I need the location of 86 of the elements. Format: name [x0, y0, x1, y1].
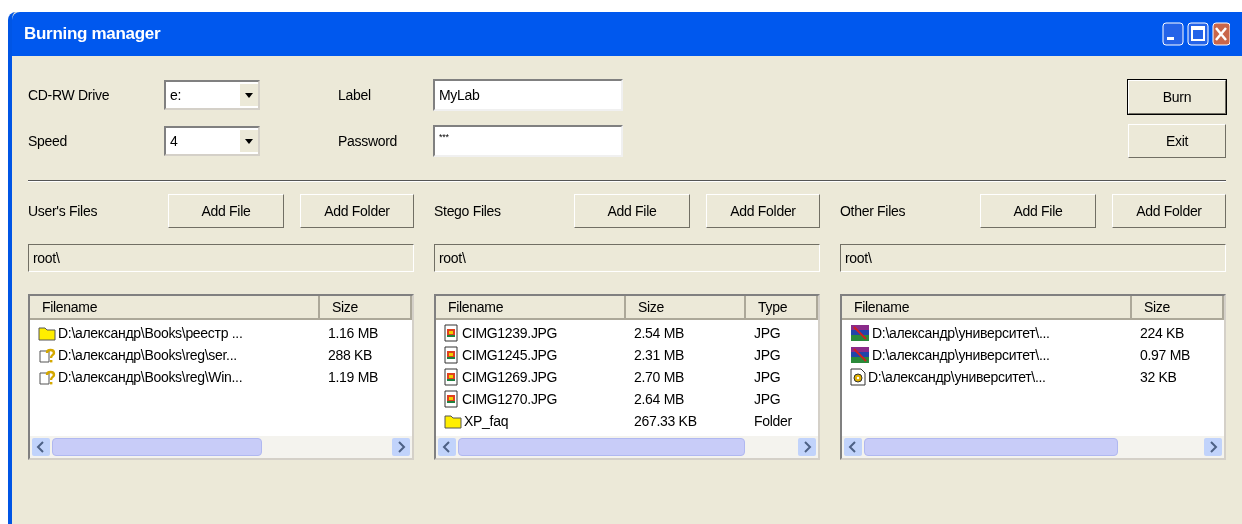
- exit-button[interactable]: Exit: [1128, 124, 1226, 158]
- window-title: Burning manager: [24, 23, 162, 46]
- column-header[interactable]: Size: [320, 296, 412, 318]
- table-cell-text: CIMG1245.JPG: [462, 345, 558, 365]
- table-cell-text: 2.70 MB: [634, 367, 685, 387]
- file-list[interactable]: Filename Size D:\александр\Books\реестр ... 1.16 MB D:\александр\Books\reg\ser... 288 KB D:\александр\Books\reg\Win... 1.19 MB: [28, 294, 414, 460]
- table-cell-text: 267.33 KB: [634, 411, 697, 431]
- scroll-right-icon[interactable]: [1204, 438, 1222, 456]
- folder-icon: [38, 325, 56, 341]
- table-cell-text: D:\александр\Books\reg\Win...: [58, 367, 243, 387]
- setting-label: CD-RW Drive: [28, 85, 111, 105]
- table-cell-text: 224 KB: [1140, 323, 1185, 343]
- scroll-left-icon[interactable]: [438, 438, 456, 456]
- add-folder-button[interactable]: Add Folder: [300, 194, 414, 228]
- table-cell-text: 2.31 MB: [634, 345, 685, 365]
- column-header[interactable]: Filename: [842, 296, 1132, 318]
- table-cell-text: D:\александр\университет\...: [868, 367, 1046, 387]
- add-file-button[interactable]: Add File: [168, 194, 284, 228]
- scroll-right-icon[interactable]: [392, 438, 410, 456]
- table-cell-text: 2.64 MB: [634, 389, 685, 409]
- table-cell-text: D:\александр\университет\...: [872, 323, 1050, 343]
- image-file-icon: [444, 324, 460, 342]
- horizontal-scrollbar[interactable]: [436, 436, 818, 458]
- table-cell-text: CIMG1269.JPG: [462, 367, 558, 387]
- column-header[interactable]: Size: [626, 296, 746, 318]
- field-label: Label: [338, 85, 372, 105]
- scroll-left-icon[interactable]: [32, 438, 50, 456]
- table-cell-text: JPG: [754, 367, 781, 387]
- path-field[interactable]: root\: [434, 244, 820, 272]
- setting-label: Speed: [28, 131, 68, 151]
- table-cell-text: CIMG1270.JPG: [462, 389, 558, 409]
- maximize-icon[interactable]: [1187, 22, 1209, 46]
- add-file-button[interactable]: Add File: [574, 194, 690, 228]
- archive-icon: [850, 346, 870, 364]
- question-file-icon: [38, 347, 56, 363]
- add-file-button[interactable]: Add File: [980, 194, 1096, 228]
- folder-icon: [444, 413, 462, 429]
- table-cell-text: D:\александр\Books\reg\ser...: [58, 345, 237, 365]
- close-icon[interactable]: [1212, 22, 1230, 46]
- dropdown[interactable]: e:: [164, 80, 260, 110]
- scroll-left-icon[interactable]: [844, 438, 862, 456]
- dropdown[interactable]: 4: [164, 126, 260, 156]
- add-folder-button[interactable]: Add Folder: [706, 194, 820, 228]
- table-cell-text: 288 KB: [328, 345, 373, 365]
- table-cell-text: 1.16 MB: [328, 323, 379, 343]
- add-folder-button[interactable]: Add Folder: [1112, 194, 1226, 228]
- table-cell-text: Folder: [754, 411, 792, 431]
- archive-icon: [850, 324, 870, 342]
- disc-file-icon: [850, 368, 866, 386]
- file-list[interactable]: Filename Size Type CIMG1239.JPG 2.54 MB JPG CIMG1245.JPG 2.31 MB JPG CIMG1269.JPG 2.70 MB JPG CIMG1270.JPG 2.64 MB JPG XP_faq 267.33 KB Folder: [434, 294, 820, 460]
- table-cell-text: JPG: [754, 389, 781, 409]
- table-cell-text: D:\александр\университет\...: [872, 345, 1050, 365]
- column-header[interactable]: Filename: [436, 296, 626, 318]
- table-cell-text: CIMG1239.JPG: [462, 323, 558, 343]
- file-list[interactable]: Filename Size D:\александр\университет\... 224 KB D:\александр\университет\... 0.97 MB D:\александр\университет\... 32 KB: [840, 294, 1226, 460]
- field-label: Password: [338, 131, 399, 151]
- minimize-icon[interactable]: [1162, 22, 1184, 46]
- table-cell-text: 2.54 MB: [634, 323, 685, 343]
- path-field[interactable]: root\: [28, 244, 414, 272]
- table-cell-text: D:\александр\Books\реестр ...: [58, 323, 243, 343]
- table-cell-text: 1.19 MB: [328, 367, 379, 387]
- text-field[interactable]: MyLab: [433, 79, 623, 111]
- question-file-icon: [38, 369, 56, 385]
- table-cell-text: XP_faq: [464, 411, 509, 431]
- scroll-thumb[interactable]: [458, 438, 746, 456]
- path-field[interactable]: root\: [840, 244, 1226, 272]
- horizontal-scrollbar[interactable]: [842, 436, 1224, 458]
- horizontal-scrollbar[interactable]: [30, 436, 412, 458]
- column-header[interactable]: Size: [1132, 296, 1224, 318]
- column-header[interactable]: Filename: [30, 296, 320, 318]
- image-file-icon: [444, 346, 460, 364]
- column-header[interactable]: Type: [746, 296, 818, 318]
- table-cell-text: 0.97 MB: [1140, 345, 1191, 365]
- table-cell-text: JPG: [754, 323, 781, 343]
- panel-title: Other Files: [840, 201, 907, 221]
- burn-button[interactable]: Burn: [1128, 80, 1226, 114]
- scroll-thumb[interactable]: [52, 438, 262, 456]
- panel-title: Stego Files: [434, 201, 502, 221]
- image-file-icon: [444, 368, 460, 386]
- password-field[interactable]: ***: [433, 125, 623, 157]
- image-file-icon: [444, 390, 460, 408]
- scroll-thumb[interactable]: [864, 438, 1118, 456]
- panel-title: User's Files: [28, 201, 99, 221]
- scroll-right-icon[interactable]: [798, 438, 816, 456]
- table-cell-text: 32 KB: [1140, 367, 1177, 387]
- table-cell-text: JPG: [754, 345, 781, 365]
